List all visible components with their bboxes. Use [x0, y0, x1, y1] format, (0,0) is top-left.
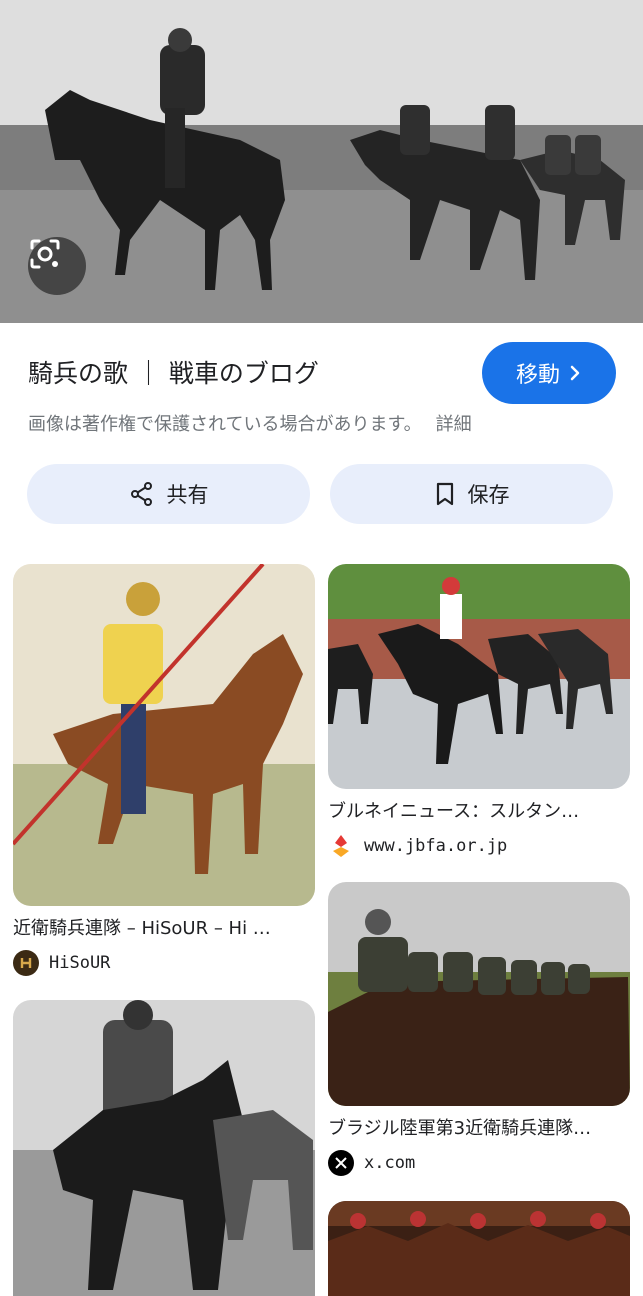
hisour-logo-icon	[13, 950, 39, 976]
goto-button[interactable]: 移動	[482, 342, 616, 404]
copyright-text: 画像は著作権で保護されている場合があります。	[28, 414, 422, 435]
main-image[interactable]	[0, 0, 643, 323]
related-image[interactable]	[328, 1201, 630, 1296]
share-button[interactable]: 共有	[27, 464, 310, 524]
save-button[interactable]: 保存	[330, 464, 613, 524]
related-source-name: x.com	[364, 1153, 416, 1173]
cavalry-photo	[0, 0, 643, 323]
related-image[interactable]	[13, 1000, 315, 1296]
related-image[interactable]	[328, 564, 630, 789]
related-card[interactable]: 近衛騎兵連隊 – HiSoUR – Hi … HiSoUR	[13, 564, 315, 976]
related-image[interactable]	[13, 564, 315, 906]
related-card[interactable]: ブラジル陸軍第3近衛騎兵連隊… x.com	[328, 882, 630, 1176]
related-caption: 近衛騎兵連隊 – HiSoUR – Hi …	[13, 918, 271, 939]
copyright-notice: 画像は著作権で保護されている場合があります。 詳細	[28, 410, 472, 436]
x-logo-icon	[328, 1150, 354, 1176]
save-label: 保存	[467, 483, 510, 507]
share-label: 共有	[166, 483, 209, 507]
related-card[interactable]: ブルネイニュース：スルタン… www.jbfa.or.jp	[328, 564, 630, 859]
related-source: x.com	[328, 1150, 630, 1176]
royal-guard-photo	[328, 564, 630, 789]
related-source: www.jbfa.or.jp	[328, 833, 630, 859]
related-card[interactable]	[13, 1000, 315, 1296]
officer-horse-photo	[13, 1000, 315, 1296]
related-source-name: www.jbfa.or.jp	[364, 836, 508, 856]
result-header: 騎兵の歌 ｜ 戦車のブログ 移動	[28, 342, 618, 404]
related-card[interactable]	[328, 1201, 630, 1296]
lens-icon	[30, 239, 60, 269]
related-caption: ブルネイニュース：スルタン…	[328, 801, 580, 822]
page-title[interactable]: 騎兵の歌 ｜ 戦車のブログ	[28, 354, 319, 390]
brazil-cavalry-photo	[328, 882, 630, 1106]
bookmark-icon	[436, 482, 453, 506]
details-link[interactable]: 詳細	[436, 414, 472, 435]
related-caption: ブラジル陸軍第3近衛騎兵連隊…	[328, 1118, 592, 1139]
related-source: HiSoUR	[13, 950, 315, 976]
share-icon	[130, 482, 152, 506]
lens-search-button[interactable]	[28, 237, 86, 295]
chevron-right-icon	[570, 365, 580, 381]
related-image[interactable]	[328, 882, 630, 1106]
hussar-illustration	[13, 564, 315, 906]
jbfa-logo-icon	[328, 833, 354, 859]
cavalry-parade-photo	[328, 1201, 630, 1296]
goto-label: 移動	[515, 363, 560, 388]
related-source-name: HiSoUR	[49, 953, 111, 973]
